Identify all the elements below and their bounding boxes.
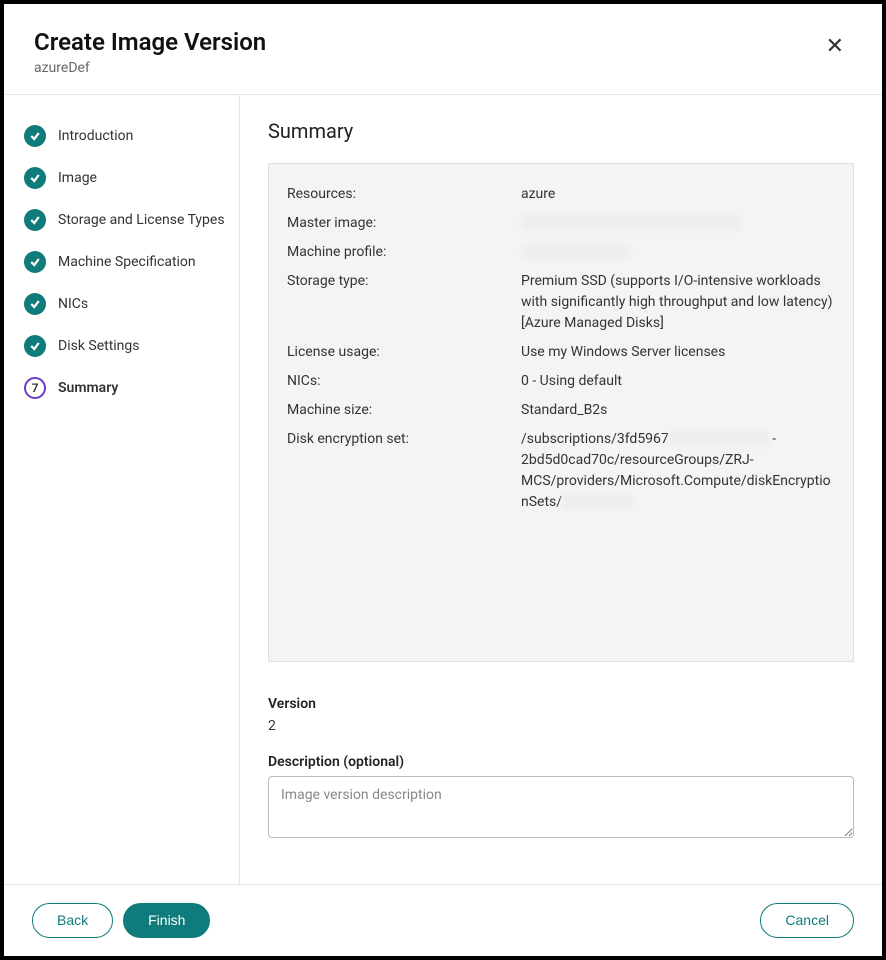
summary-row-master-image: Master image: [287,213,835,234]
step-disk-settings[interactable]: Disk Settings [20,325,229,367]
redacted-value [521,244,631,260]
summary-row-resources: Resources: azure [287,184,835,205]
summary-key: Master image: [287,213,521,234]
summary-value: azure [521,184,835,205]
summary-value: Premium SSD (supports I/O-intensive work… [521,271,835,334]
summary-row-machine-profile: Machine profile: [287,242,835,263]
redacted-value [669,431,769,447]
summary-value: 0 - Using default [521,371,835,392]
summary-row-license-usage: License usage: Use my Windows Server lic… [287,342,835,363]
summary-key: Machine size: [287,400,521,421]
back-button[interactable]: Back [32,903,113,938]
step-label: Introduction [58,128,133,144]
step-summary[interactable]: 7 Summary [20,367,229,409]
check-icon [24,167,46,189]
step-image[interactable]: Image [20,157,229,199]
step-label: Disk Settings [58,338,140,354]
cancel-button[interactable]: Cancel [760,903,854,938]
check-icon [24,209,46,231]
disk-encryption-prefix: /subscriptions/3fd5967 [521,431,669,447]
summary-value: Use my Windows Server licenses [521,342,835,363]
finish-button[interactable]: Finish [123,903,210,938]
dialog-header: Create Image Version azureDef ✕ [4,4,882,95]
step-nics[interactable]: NICs [20,283,229,325]
step-label: NICs [58,296,88,312]
check-icon [24,335,46,357]
dialog-footer: Back Finish Cancel [4,884,882,956]
summary-value: Standard_B2s [521,400,835,421]
summary-key: Storage type: [287,271,521,334]
summary-row-machine-size: Machine size: Standard_B2s [287,400,835,421]
check-icon [24,293,46,315]
wizard-dialog: Create Image Version azureDef ✕ Introduc… [0,0,886,960]
step-introduction[interactable]: Introduction [20,115,229,157]
wizard-steps-sidebar: Introduction Image Storage and License T… [4,95,240,884]
step-label: Image [58,170,97,186]
summary-card: Resources: azure Master image: Machine p… [268,163,854,662]
dialog-subtitle: azureDef [34,60,266,76]
description-input[interactable] [268,776,854,838]
description-label: Description (optional) [268,754,854,770]
dialog-title: Create Image Version [34,28,266,56]
summary-row-storage-type: Storage type: Premium SSD (supports I/O-… [287,271,835,334]
step-number-icon: 7 [24,377,46,399]
close-icon: ✕ [826,34,844,59]
summary-value [521,213,835,234]
main-panel: Summary Resources: azure Master image: M… [240,95,882,884]
header-text: Create Image Version azureDef [34,28,266,76]
summary-value [521,242,835,263]
step-label: Summary [58,380,118,396]
redacted-value [521,215,741,231]
summary-row-nics: NICs: 0 - Using default [287,371,835,392]
summary-key: NICs: [287,371,521,392]
version-value: 2 [268,718,854,734]
page-heading: Summary [268,119,854,143]
footer-left: Back Finish [32,903,210,938]
summary-key: Disk encryption set: [287,429,521,513]
redacted-value [562,494,632,510]
footer-right: Cancel [760,903,854,938]
summary-key: Machine profile: [287,242,521,263]
step-machine-spec[interactable]: Machine Specification [20,241,229,283]
dialog-body: Introduction Image Storage and License T… [4,95,882,884]
step-label: Machine Specification [58,254,196,270]
summary-key: License usage: [287,342,521,363]
close-button[interactable]: ✕ [818,28,852,66]
summary-value: /subscriptions/3fd5967 - 2bd5d0cad70c/re… [521,429,835,513]
check-icon [24,125,46,147]
check-icon [24,251,46,273]
version-label: Version [268,696,854,712]
step-label: Storage and License Types [58,212,225,228]
summary-key: Resources: [287,184,521,205]
summary-row-disk-encryption: Disk encryption set: /subscriptions/3fd5… [287,429,835,513]
step-storage-license[interactable]: Storage and License Types [20,199,229,241]
